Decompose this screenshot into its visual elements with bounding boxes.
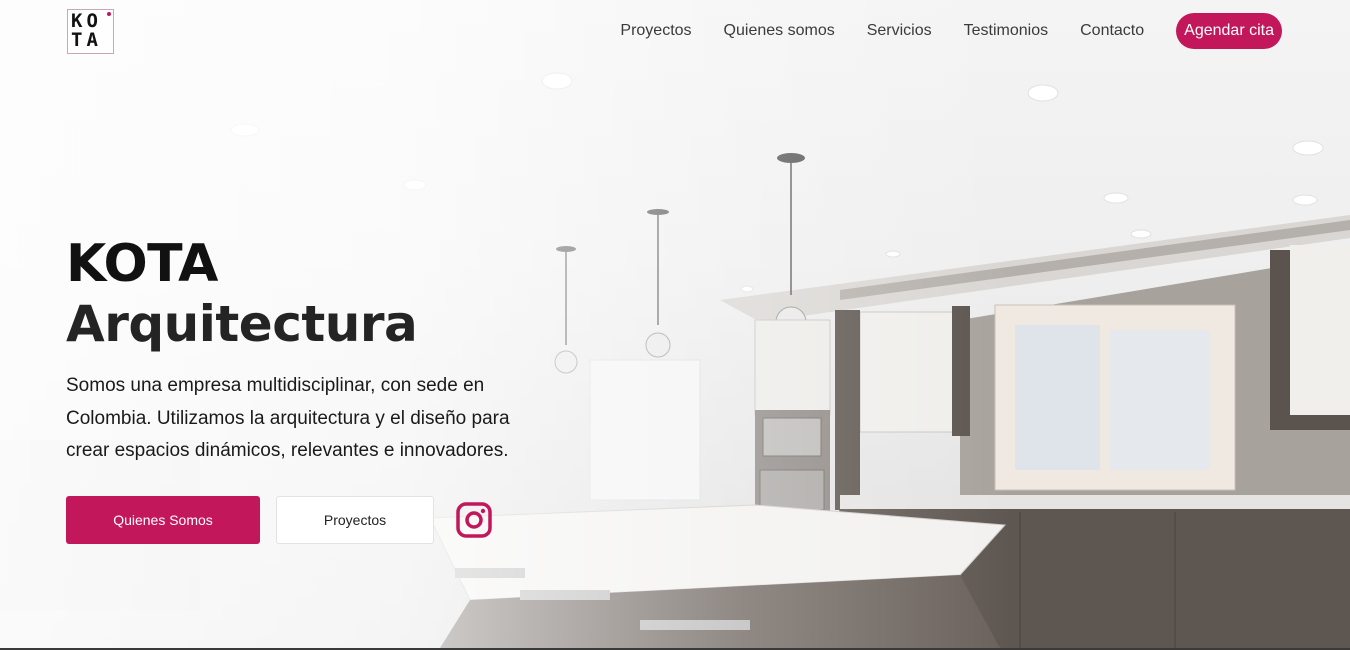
quienes-somos-button[interactable]: Quienes Somos bbox=[66, 496, 260, 544]
hero-description: Somos una empresa multidisciplinar, con … bbox=[66, 375, 510, 461]
hero-title-brand: KOTA bbox=[66, 234, 218, 294]
nav-item-testimonios[interactable]: Testimonios bbox=[964, 22, 1048, 40]
logo-dot-icon bbox=[107, 12, 111, 16]
instagram-icon[interactable] bbox=[456, 502, 492, 538]
nav-item-contacto[interactable]: Contacto bbox=[1080, 22, 1144, 40]
brand-logo[interactable]: KO TA bbox=[67, 9, 114, 54]
nav-item-proyectos[interactable]: Proyectos bbox=[620, 22, 691, 40]
proyectos-button[interactable]: Proyectos bbox=[276, 496, 434, 544]
logo-line-2: TA bbox=[71, 29, 102, 51]
hero-title-subtitle: Arquitectura bbox=[66, 295, 418, 353]
nav-item-servicios[interactable]: Servicios bbox=[867, 22, 932, 40]
main-navigation: Proyectos Quienes somos Servicios Testim… bbox=[620, 12, 1282, 50]
agendar-cita-button[interactable]: Agendar cita bbox=[1176, 13, 1282, 49]
nav-item-quienes-somos[interactable]: Quienes somos bbox=[724, 22, 835, 40]
